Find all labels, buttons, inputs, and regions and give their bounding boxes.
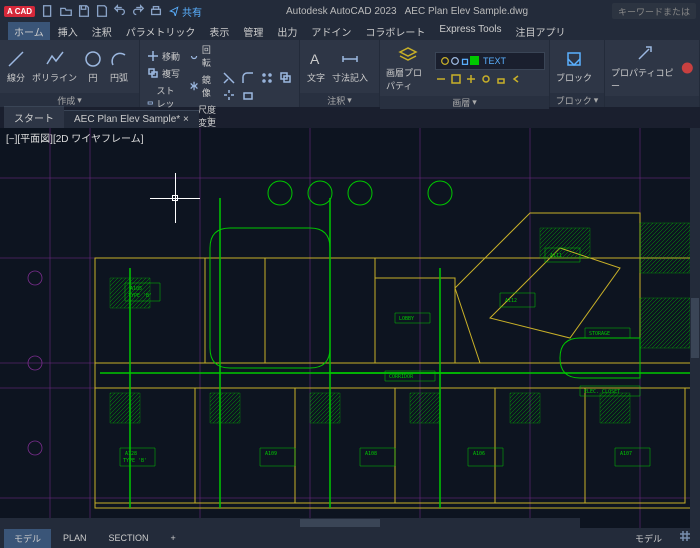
color-icon[interactable] (680, 60, 695, 76)
grid-icon[interactable] (678, 529, 692, 543)
redo-icon[interactable] (131, 4, 145, 18)
panel-prop-label[interactable] (605, 96, 699, 107)
layout-plan[interactable]: PLAN (53, 530, 97, 546)
polyline-button[interactable]: ポリライン (30, 47, 79, 86)
scrollbar-vertical[interactable] (690, 128, 700, 528)
ribbon-tabs: ホーム 挿入 注釈 パラメトリック 表示 管理 出力 アドイン コラボレート E… (0, 22, 700, 40)
mirror-button[interactable]: 鏡像 (186, 72, 220, 100)
explode-icon[interactable] (222, 88, 236, 102)
file-title: AEC Plan Elev Sample.dwg (405, 6, 528, 17)
svg-text:A106: A106 (473, 451, 485, 457)
move-button[interactable]: 移動 (144, 49, 184, 64)
open-icon[interactable] (59, 4, 73, 18)
svg-text:TYPE 'B': TYPE 'B' (128, 293, 152, 299)
rotate-button[interactable]: 回転 (186, 42, 220, 70)
tab-express[interactable]: Express Tools (433, 22, 507, 40)
svg-text:STORAGE: STORAGE (589, 331, 610, 337)
tab-annotate[interactable]: 注釈 (86, 22, 118, 40)
app-title: Autodesk AutoCAD 2023 (286, 6, 397, 17)
line-button[interactable]: 線分 (4, 47, 28, 86)
copy-button[interactable]: 複写 (144, 66, 184, 81)
status-model[interactable]: モデル (625, 529, 672, 548)
tab-collab[interactable]: コラボレート (359, 22, 431, 40)
layout-section[interactable]: SECTION (99, 530, 159, 546)
svg-text:TYPE 'B': TYPE 'B' (123, 458, 147, 464)
print-icon[interactable] (149, 4, 163, 18)
doctab-file[interactable]: AEC Plan Elev Sample* × (64, 110, 199, 128)
layer-color-swatch (470, 56, 479, 65)
panel-draw-label[interactable]: 作成 ▾ (0, 93, 139, 107)
panel-annot-label[interactable]: 注釈 ▾ (300, 93, 379, 107)
layout-add[interactable]: + (161, 530, 186, 546)
layer-prev-icon[interactable] (510, 73, 522, 85)
svg-text:ELEC. CLOSET: ELEC. CLOSET (584, 389, 620, 395)
tab-parametric[interactable]: パラメトリック (120, 22, 202, 40)
array-icon[interactable] (260, 71, 274, 85)
panel-block-label[interactable]: ブロック ▾ (550, 93, 604, 107)
ribbon: 線分 ポリライン 円 円弧 作成 ▾ 移動 複写 ストレッチ 回転 鏡像 尺度変… (0, 40, 700, 108)
tab-output[interactable]: 出力 (271, 22, 303, 40)
layer-prop-button[interactable]: 画層プロパティ (384, 42, 431, 94)
search-input[interactable]: キーワードまたは (612, 3, 696, 19)
document-tabs: スタート AEC Plan Elev Sample* × + (0, 108, 700, 128)
offset-icon[interactable] (279, 71, 293, 85)
tab-insert[interactable]: 挿入 (52, 22, 84, 40)
svg-text:CORRIDOR: CORRIDOR (389, 374, 414, 380)
close-icon[interactable]: × (183, 114, 189, 125)
tab-view[interactable]: 表示 (203, 22, 235, 40)
layer-freeze-icon[interactable] (465, 73, 477, 85)
svg-text:A112: A112 (505, 298, 517, 304)
undo-icon[interactable] (113, 4, 127, 18)
layer-lock-icon[interactable] (495, 73, 507, 85)
svg-text:A111: A111 (550, 253, 562, 259)
viewport-label[interactable]: [−][平面図][2D ワイヤフレーム] (6, 130, 143, 145)
tab-featured[interactable]: 注目アプリ (509, 22, 571, 40)
tab-addins[interactable]: アドイン (305, 22, 357, 40)
doctab-add[interactable]: + (199, 111, 221, 128)
layer-dropdown[interactable]: TEXT (435, 52, 545, 70)
matchprop-button[interactable]: プロパティコピー (609, 42, 678, 94)
circle-button[interactable]: 円 (81, 47, 105, 86)
layer-match-icon[interactable] (435, 73, 447, 85)
erase-icon[interactable] (241, 88, 255, 102)
tab-home[interactable]: ホーム (8, 22, 50, 40)
dim-button[interactable]: 寸法記入 (330, 47, 370, 86)
saveas-icon[interactable] (95, 4, 109, 18)
trim-icon[interactable] (222, 71, 236, 85)
tab-manage[interactable]: 管理 (237, 22, 269, 40)
block-button[interactable]: ブロック (554, 47, 594, 86)
svg-text:A: A (310, 51, 320, 67)
svg-text:A107: A107 (620, 451, 632, 457)
new-icon[interactable] (41, 4, 55, 18)
doctab-start[interactable]: スタート (4, 106, 64, 128)
layout-model[interactable]: モデル (4, 529, 51, 548)
svg-text:A105: A105 (130, 286, 142, 292)
layer-iso-icon[interactable] (450, 73, 462, 85)
drawing-viewport[interactable]: [−][平面図][2D ワイヤフレーム] (0, 128, 700, 528)
floor-plan: A105TYPE 'B' A128TYPE 'B' A109 A108 A106… (0, 128, 700, 528)
text-button[interactable]: A文字 (304, 47, 328, 86)
arc-button[interactable]: 円弧 (107, 47, 131, 86)
save-icon[interactable] (77, 4, 91, 18)
share-button[interactable]: 共有 (169, 4, 202, 19)
app-badge: A CAD (4, 6, 35, 17)
svg-text:A108: A108 (365, 451, 377, 457)
scrollbar-horizontal[interactable] (0, 518, 580, 528)
svg-text:A128: A128 (125, 451, 137, 457)
fillet-icon[interactable] (241, 71, 255, 85)
layout-tabs: モデル PLAN SECTION + モデル (0, 528, 700, 548)
quick-access-toolbar (41, 4, 163, 18)
svg-text:LOBBY: LOBBY (399, 316, 414, 322)
layer-off-icon[interactable] (480, 73, 492, 85)
panel-layer-label[interactable]: 画層 ▾ (380, 96, 549, 109)
svg-text:A109: A109 (265, 451, 277, 457)
